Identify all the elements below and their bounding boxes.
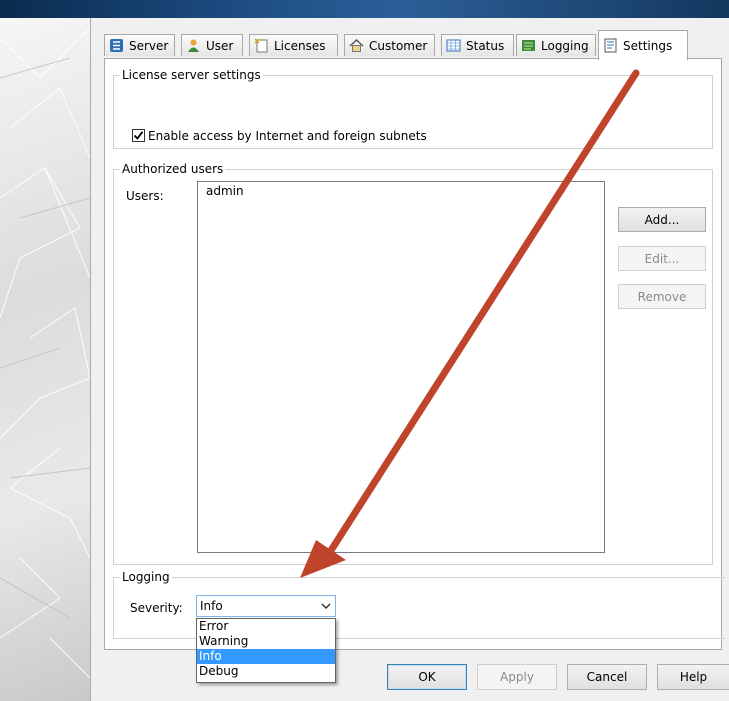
server-icon	[110, 39, 123, 52]
tab-label: Licenses	[274, 38, 326, 53]
settings-icon	[604, 38, 617, 53]
users-label: Users:	[126, 189, 164, 203]
user-icon	[188, 39, 199, 52]
tab-licenses[interactable]: Licenses	[249, 34, 338, 56]
tab-logging[interactable]: Logging	[516, 34, 596, 56]
tab-label: User	[206, 38, 234, 53]
tab-label: Logging	[541, 38, 589, 53]
help-button[interactable]: Help	[657, 664, 729, 690]
group-legend: Authorized users	[120, 162, 226, 176]
apply-button[interactable]: Apply	[477, 664, 557, 690]
group-legend: License server settings	[120, 68, 263, 82]
status-icon	[446, 39, 461, 52]
add-user-button[interactable]: Add...	[618, 207, 706, 232]
group-legend: Logging	[120, 570, 172, 584]
customer-icon	[349, 38, 364, 52]
severity-select-value: Info	[200, 599, 223, 613]
logging-icon	[522, 40, 535, 51]
tab-label: Customer	[369, 38, 428, 53]
checkmark-icon	[133, 131, 144, 140]
severity-select[interactable]: Info	[196, 595, 336, 617]
edit-user-button[interactable]: Edit...	[618, 246, 706, 271]
tab-server[interactable]: Server	[104, 34, 175, 56]
authorized-users-group: Authorized users Users: admin Add... Edi…	[113, 162, 713, 565]
tab-customer[interactable]: Customer	[344, 34, 435, 56]
severity-option-info[interactable]: Info	[197, 649, 335, 664]
enable-internet-access-label[interactable]: Enable access by Internet and foreign su…	[148, 129, 427, 143]
tab-label: Server	[129, 38, 169, 53]
severity-dropdown-list: Error Warning Info Debug	[196, 618, 336, 683]
tab-label: Settings	[623, 38, 673, 53]
settings-tab-page: License server settings Enable access by…	[104, 58, 725, 650]
severity-option-debug[interactable]: Debug	[197, 664, 335, 679]
cancel-button[interactable]: Cancel	[567, 664, 647, 690]
tab-label: Status	[466, 38, 505, 53]
chevron-down-icon	[321, 603, 331, 610]
tab-user[interactable]: User	[181, 34, 243, 56]
licenses-icon	[254, 38, 268, 53]
severity-label: Severity:	[130, 601, 183, 615]
ok-button[interactable]: OK	[387, 664, 467, 690]
list-item[interactable]: admin	[198, 182, 604, 200]
enable-internet-access-checkbox[interactable]	[132, 129, 145, 142]
side-banner-image	[0, 18, 91, 701]
tab-settings[interactable]: Settings	[598, 30, 688, 60]
severity-option-error[interactable]: Error	[197, 619, 335, 634]
remove-user-button[interactable]: Remove	[618, 284, 706, 309]
window-titlebar	[0, 0, 729, 18]
users-listbox[interactable]: admin	[197, 181, 605, 553]
tab-status[interactable]: Status	[441, 34, 514, 56]
severity-option-warning[interactable]: Warning	[197, 634, 335, 649]
license-server-settings-group: License server settings Enable access by…	[113, 68, 713, 149]
